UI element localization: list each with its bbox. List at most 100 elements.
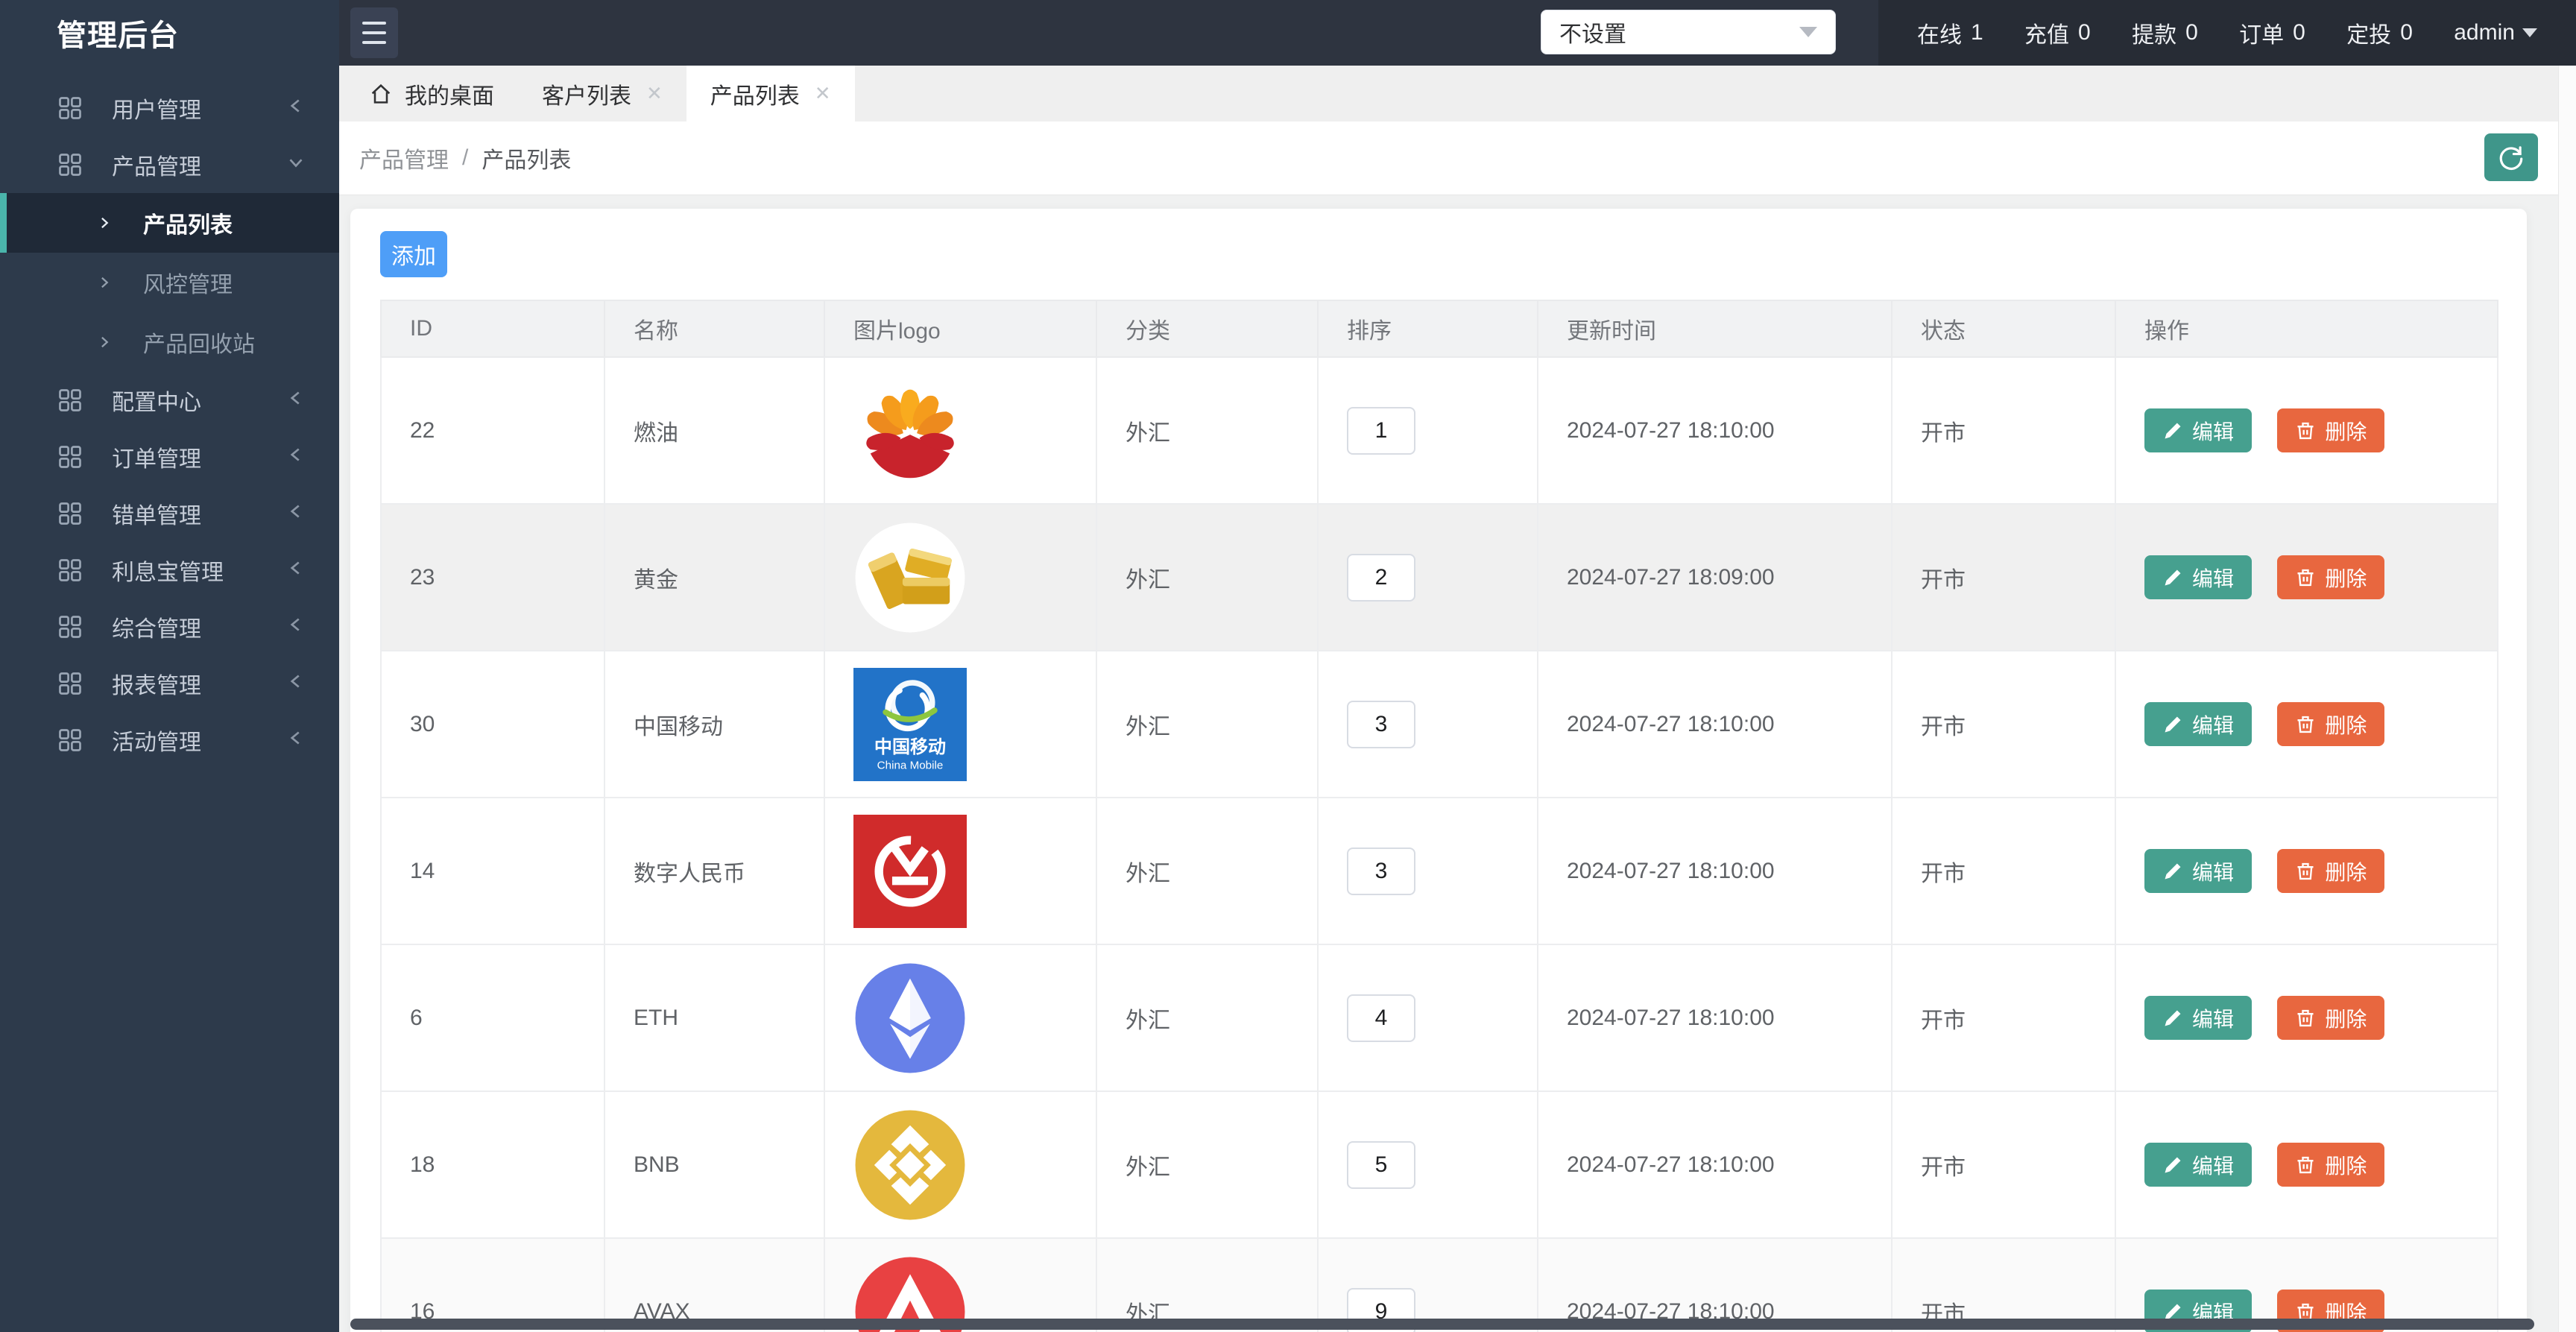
cell-id: 22 [381,357,604,504]
pencil-icon [2162,1008,2183,1029]
tab-1[interactable]: 我的桌面 [345,66,518,121]
delete-button[interactable]: 删除 [2277,555,2384,599]
stat-value: 1 [1971,20,1983,45]
cell-actions: 编辑 删除 [2115,1091,2498,1238]
stat-value: 0 [2185,20,2198,45]
cell-actions: 编辑 删除 [2115,357,2498,504]
sidebar-item[interactable]: 利息宝管理 [0,542,339,599]
delete-button-label: 删除 [2325,856,2367,886]
horizontal-scrollbar-thumb[interactable] [350,1319,2534,1330]
sidebar-item[interactable]: 配置中心 [0,372,339,429]
sidebar-toggle-button[interactable] [350,7,398,58]
chinamobile-logo: 中国移动China Mobile [853,668,967,781]
column-header: 分类 [1096,300,1318,357]
content-area: 添加 ID名称图片logo分类排序更新时间状态操作 22 燃油 外汇 2024-… [339,195,2558,1332]
close-icon[interactable]: ✕ [815,82,831,105]
sidebar-item[interactable]: 订单管理 [0,429,339,485]
sidebar-item[interactable]: 报表管理 [0,655,339,712]
grid-icon [57,557,83,584]
edit-button[interactable]: 编辑 [2144,996,2252,1040]
sidebar-item-label: 配置中心 [112,384,287,417]
cell-sort [1318,504,1538,651]
edit-button-label: 编辑 [2192,856,2234,886]
edit-button[interactable]: 编辑 [2144,555,2252,599]
edit-button[interactable]: 编辑 [2144,849,2252,893]
vertical-scrollbar-track[interactable] [2558,66,2576,1332]
cell-sort [1318,651,1538,798]
cell-category: 外汇 [1096,651,1318,798]
cell-sort [1318,944,1538,1091]
tab-2[interactable]: 客户列表✕ [518,66,686,121]
delete-button[interactable]: 删除 [2277,408,2384,452]
cell-status: 开市 [1892,357,2115,504]
sidebar-subitem-label: 风控管理 [143,266,233,299]
stat-item[interactable]: 在线 1 [1917,16,1983,49]
cell-updated: 2024-07-27 18:10:00 [1538,357,1892,504]
delete-button[interactable]: 删除 [2277,849,2384,893]
stat-item[interactable]: 订单0 [2239,16,2305,49]
table-row: 6 ETH 外汇 2024-07-27 18:10:00 开市 编辑 删除 [381,944,2498,1091]
edit-button[interactable]: 编辑 [2144,702,2252,746]
cell-updated: 2024-07-27 18:10:00 [1538,798,1892,944]
sort-input[interactable] [1347,994,1415,1042]
stat-item[interactable]: 定投0 [2346,16,2413,49]
delete-button[interactable]: 删除 [2277,1143,2384,1187]
sort-input[interactable] [1347,554,1415,602]
sidebar-item-label: 利息宝管理 [112,554,287,587]
tab-3[interactable]: 产品列表✕ [686,66,855,121]
sidebar-item[interactable]: 用户管理 [0,80,339,136]
sidebar-item[interactable]: 产品管理 [0,136,339,193]
products-table: ID名称图片logo分类排序更新时间状态操作 22 燃油 外汇 2024-07-… [380,300,2498,1332]
sort-input[interactable] [1347,407,1415,455]
breadcrumb-item[interactable]: 产品管理 [359,142,449,174]
cell-id: 14 [381,798,604,944]
grid-icon [57,500,83,527]
user-menu[interactable]: admin [2454,20,2537,45]
cell-actions: 编辑 删除 [2115,944,2498,1091]
stat-item[interactable]: 充值0 [2024,16,2091,49]
content-card: 添加 ID名称图片logo分类排序更新时间状态操作 22 燃油 外汇 2024-… [350,209,2527,1332]
stat-label: 在线 [1917,16,1962,49]
chevron-right-icon [97,215,112,230]
sidebar-item[interactable]: 错单管理 [0,485,339,542]
delete-button[interactable]: 删除 [2277,702,2384,746]
delete-button-label: 删除 [2325,416,2367,446]
sidebar-item[interactable]: 活动管理 [0,712,339,768]
delete-button[interactable]: 删除 [2277,996,2384,1040]
sidebar-subitem-active[interactable]: 产品列表 [0,193,339,253]
sidebar-subitem[interactable]: 产品回收站 [0,312,339,372]
pencil-icon [2162,420,2183,441]
sidebar-subitem[interactable]: 风控管理 [0,253,339,312]
sidebar-item[interactable]: 综合管理 [0,599,339,655]
add-button[interactable]: 添加 [380,231,447,277]
grid-icon [57,444,83,470]
cell-id: 23 [381,504,604,651]
filter-select[interactable]: 不设置 [1541,10,1836,54]
edit-button[interactable]: 编辑 [2144,1143,2252,1187]
sort-input[interactable] [1347,701,1415,748]
sort-input[interactable] [1347,1141,1415,1189]
refresh-button[interactable] [2484,133,2538,181]
topbar-stats: 在线 1 充值0 提款0 订单0 定投0 admin [1878,0,2576,66]
chevron-left-icon [287,727,305,753]
cell-category: 外汇 [1096,1091,1318,1238]
stat-item[interactable]: 提款0 [2132,16,2198,49]
column-header: 更新时间 [1538,300,1892,357]
pencil-icon [2162,1155,2183,1175]
cell-updated: 2024-07-27 18:10:00 [1538,944,1892,1091]
grid-icon [57,387,83,414]
close-icon[interactable]: ✕ [646,82,663,105]
cell-status: 开市 [1892,944,2115,1091]
edit-button[interactable]: 编辑 [2144,408,2252,452]
cell-logo [824,944,1096,1091]
cell-category: 外汇 [1096,357,1318,504]
chevron-down-icon [287,152,305,177]
cell-logo [824,357,1096,504]
cell-logo [824,1091,1096,1238]
column-header: 名称 [604,300,824,357]
app-title: 管理后台 [0,0,339,66]
cell-status: 开市 [1892,651,2115,798]
chevron-left-icon [287,501,305,526]
sort-input[interactable] [1347,848,1415,895]
cell-name: BNB [604,1091,824,1238]
